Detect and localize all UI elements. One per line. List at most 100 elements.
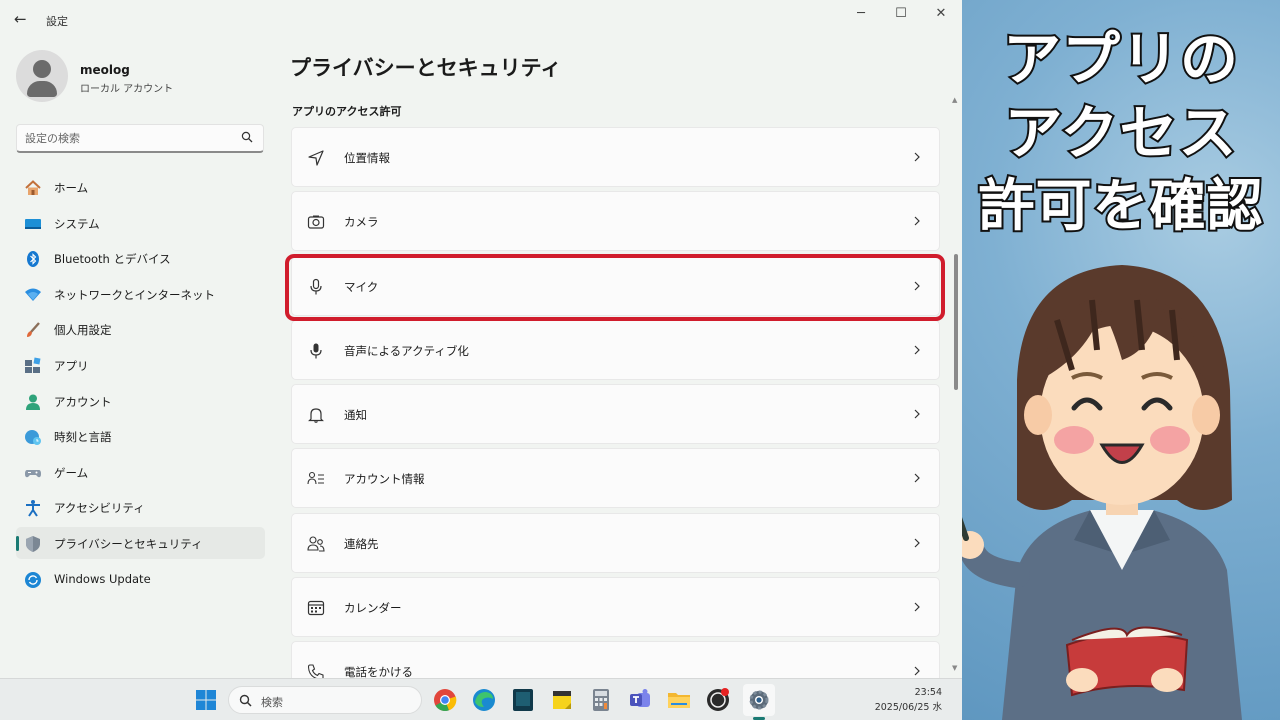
sidebar-item-label: アクセシビリティ: [54, 501, 145, 516]
row-label: 位置情報: [344, 151, 390, 165]
update-icon: [25, 571, 41, 588]
back-button[interactable]: ←: [14, 10, 27, 28]
permission-row-account-info[interactable]: アカウント情報: [291, 448, 940, 509]
contacts-icon: [307, 536, 325, 552]
illustration-panel: アプリの アクセス 許可を確認: [962, 0, 1280, 720]
scrollbar-thumb[interactable]: [954, 254, 958, 390]
calculator-icon[interactable]: [589, 688, 613, 712]
settings-icon[interactable]: [747, 688, 771, 712]
scroll-up-icon[interactable]: ▲: [952, 96, 957, 104]
chevron-right-icon: [914, 666, 920, 676]
sidebar-item-bluetooth[interactable]: Bluetooth とデバイス: [16, 242, 265, 274]
wifi-icon: [25, 288, 41, 301]
permission-row-contacts[interactable]: 連絡先: [291, 512, 940, 573]
permission-row-camera[interactable]: カメラ: [291, 191, 940, 252]
sidebar-item-home[interactable]: ホーム: [16, 171, 265, 203]
row-label: 電話をかける: [344, 665, 413, 678]
permission-row-calendar[interactable]: カレンダー: [291, 577, 940, 638]
sidebar-item-network[interactable]: ネットワークとインターネット: [16, 278, 265, 310]
chevron-right-icon: [914, 152, 920, 162]
row-label: カメラ: [344, 215, 379, 230]
sidebar-item-label: プライバシーとセキュリティ: [54, 536, 203, 551]
sidebar-item-label: ゲーム: [54, 465, 89, 480]
clock-date: 2025/06/25 水: [874, 702, 942, 713]
camera-icon: [307, 215, 325, 229]
maximize-button[interactable]: ☐: [886, 4, 916, 24]
permission-row-location[interactable]: 位置情報: [291, 127, 940, 187]
taskbar: 検索 23:54 2025/06/25 水: [0, 678, 962, 720]
settings-search-box[interactable]: [16, 124, 264, 153]
caption-overlay: アプリの アクセス 許可を確認: [962, 22, 1280, 244]
taskbar-search-label: 検索: [261, 696, 283, 709]
phone-icon: [307, 664, 324, 678]
window-title: 設定: [46, 15, 68, 28]
avatar: [16, 50, 68, 102]
bell-icon: [308, 408, 324, 424]
search-icon: [239, 694, 252, 707]
chevron-right-icon: [914, 409, 920, 419]
sidebar-item-label: 個人用設定: [54, 323, 112, 338]
row-label: 音声によるアクティブ化: [344, 343, 469, 358]
sidebar-item-system[interactable]: システム: [16, 207, 265, 239]
shield-icon: [26, 535, 40, 552]
taskbar-search[interactable]: 検索: [228, 686, 422, 714]
sidebar-item-apps[interactable]: アプリ: [16, 349, 265, 381]
chrome-icon[interactable]: [433, 688, 457, 712]
sidebar-item-accounts[interactable]: アカウント: [16, 385, 265, 417]
settings-window: ← 設定 ─ ☐ ✕ meolog ローカル アカウント ホーム: [0, 0, 962, 678]
sticky-notes-icon[interactable]: [550, 688, 574, 712]
chevron-right-icon: [914, 474, 920, 483]
home-icon: [25, 180, 41, 195]
sidebar-item-privacy-security[interactable]: プライバシーとセキュリティ: [16, 526, 265, 559]
row-label: カレンダー: [344, 601, 402, 616]
bluetooth-icon: [27, 251, 39, 268]
account-info-icon: [307, 472, 324, 485]
sidebar-item-label: アプリ: [54, 358, 89, 373]
account-icon: [26, 394, 40, 410]
sidebar-item-label: Bluetooth とデバイス: [54, 252, 171, 267]
apps-icon: [25, 357, 41, 373]
sidebar-item-personalization[interactable]: 個人用設定: [16, 313, 265, 345]
caption-line-2: アクセス: [1002, 97, 1238, 169]
sidebar-item-accessibility[interactable]: アクセシビリティ: [16, 491, 265, 523]
sidebar-item-label: Windows Update: [54, 571, 151, 586]
gamepad-icon: [25, 469, 41, 477]
calendar-icon: [307, 600, 325, 616]
sidebar-item-time-language[interactable]: 時刻と言語: [16, 420, 265, 452]
section-title: アプリのアクセス許可: [292, 105, 402, 118]
close-button[interactable]: ✕: [926, 4, 956, 24]
permission-row-phone-calls[interactable]: 電話をかける: [291, 641, 940, 678]
chevron-right-icon: [914, 345, 920, 355]
permission-row-voice-activation[interactable]: 音声によるアクティブ化: [291, 319, 940, 380]
file-explorer-icon[interactable]: [667, 688, 691, 712]
minimize-button[interactable]: ─: [846, 4, 876, 24]
search-icon: [241, 131, 253, 143]
kindle-icon[interactable]: [511, 688, 535, 712]
account-type: ローカル アカウント: [80, 84, 174, 95]
sidebar-item-gaming[interactable]: ゲーム: [16, 456, 265, 488]
sidebar-item-label: ホーム: [54, 181, 89, 195]
permission-row-notifications[interactable]: 通知: [291, 384, 940, 445]
edge-icon[interactable]: [472, 688, 496, 712]
row-label: 通知: [344, 408, 367, 423]
active-indicator: [16, 535, 19, 551]
caption-line-1: アプリの: [1001, 23, 1240, 95]
chevron-right-icon: [914, 538, 920, 548]
accessibility-icon: [26, 500, 40, 517]
windows-start-icon[interactable]: [194, 688, 218, 712]
teams-icon[interactable]: [628, 688, 652, 712]
app-permissions-list: 位置情報 カメラ マイク 音声によるアクティブ化 通知 アカウント情報 連絡先 …: [291, 127, 940, 678]
obs-icon[interactable]: [706, 688, 730, 712]
sidebar-item-windows-update[interactable]: Windows Update: [16, 563, 265, 595]
user-name: meolog: [80, 63, 130, 77]
row-label: 連絡先: [344, 536, 379, 551]
brush-icon: [27, 322, 40, 338]
system-icon: [25, 218, 41, 229]
search-input[interactable]: [25, 129, 235, 147]
row-label: アカウント情報: [344, 472, 425, 487]
sidebar-nav: ホーム システム Bluetooth とデバイス ネットワークとインターネット: [16, 171, 265, 598]
scrollbar[interactable]: ▲ ▼: [951, 96, 961, 674]
system-clock[interactable]: 23:54 2025/06/25 水: [875, 685, 942, 715]
voice-activation-icon: [310, 343, 322, 359]
scroll-down-icon[interactable]: ▼: [952, 664, 957, 672]
